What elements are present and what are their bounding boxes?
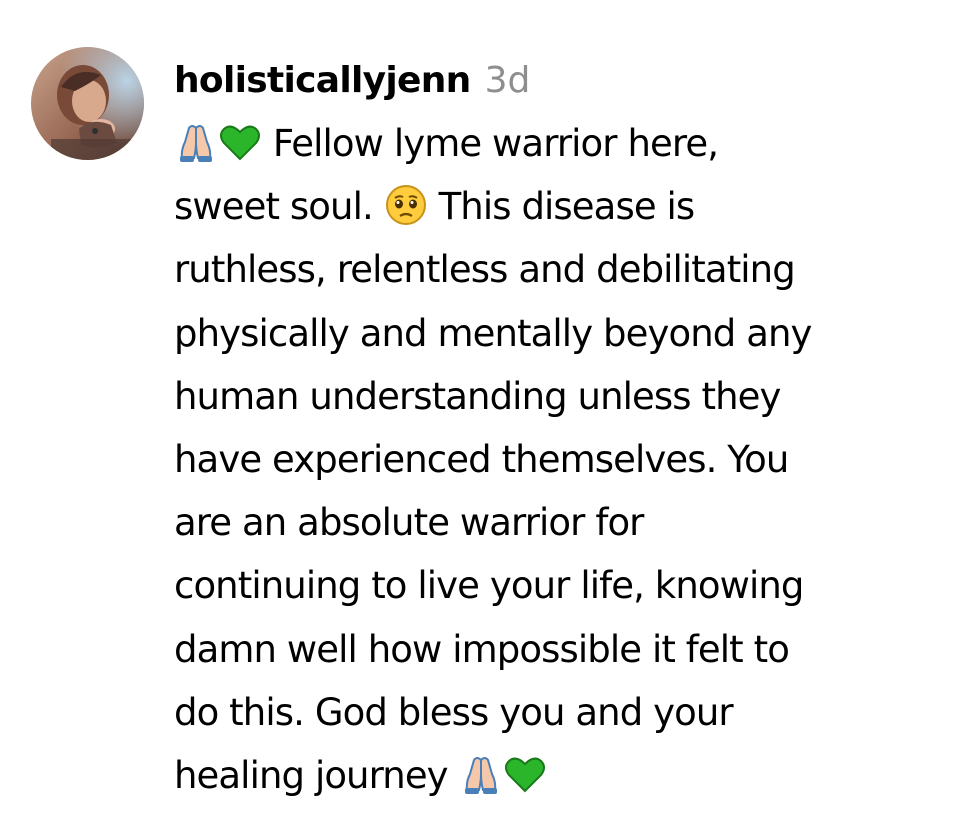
comment-line: are an absolute warrior for [174,501,644,545]
comment-line: have experienced themselves. You [174,437,789,481]
comment-line-text: Fellow lyme warrior here, [272,122,719,165]
comment-content: holisticallyjenn 3d Fellow lyme warrior [174,50,964,807]
username-link[interactable]: holisticallyjenn [174,50,471,112]
folded-hands-emoji-icon [459,752,503,796]
comment-line: healing journey [174,744,964,807]
comment-line-text: sweet soul. [174,185,374,229]
comment-line: human understanding unless they [174,374,781,418]
comment-line: damn well how impossible it felt to [174,627,790,671]
avatar-photo [31,47,144,160]
comment-line-text: healing journey [174,753,449,797]
user-avatar[interactable] [31,47,144,160]
comment-line: Fellow lyme warrior here, [174,112,964,175]
timestamp[interactable]: 3d [485,50,531,112]
comment-line: continuing to live your life, knowing [174,564,804,608]
comment-line: ruthless, relentless and debilitating [174,248,796,292]
comment-line: sweet soul. This disease is [174,175,964,238]
pleading-face-emoji-icon [384,183,428,227]
comment-text: Fellow lyme warrior here, sweet soul. Th… [174,112,964,807]
comment-line-text: This disease is [438,185,696,229]
folded-hands-emoji-icon [174,120,218,164]
comment-line: physically and mentally beyond any [174,311,812,355]
green-heart-emoji-icon [503,752,547,796]
comment: holisticallyjenn 3d Fellow lyme warrior [0,0,980,836]
comment-line: do this. God bless you and your [174,690,734,734]
green-heart-emoji-icon [218,120,262,164]
comment-header: holisticallyjenn 3d [174,50,964,112]
